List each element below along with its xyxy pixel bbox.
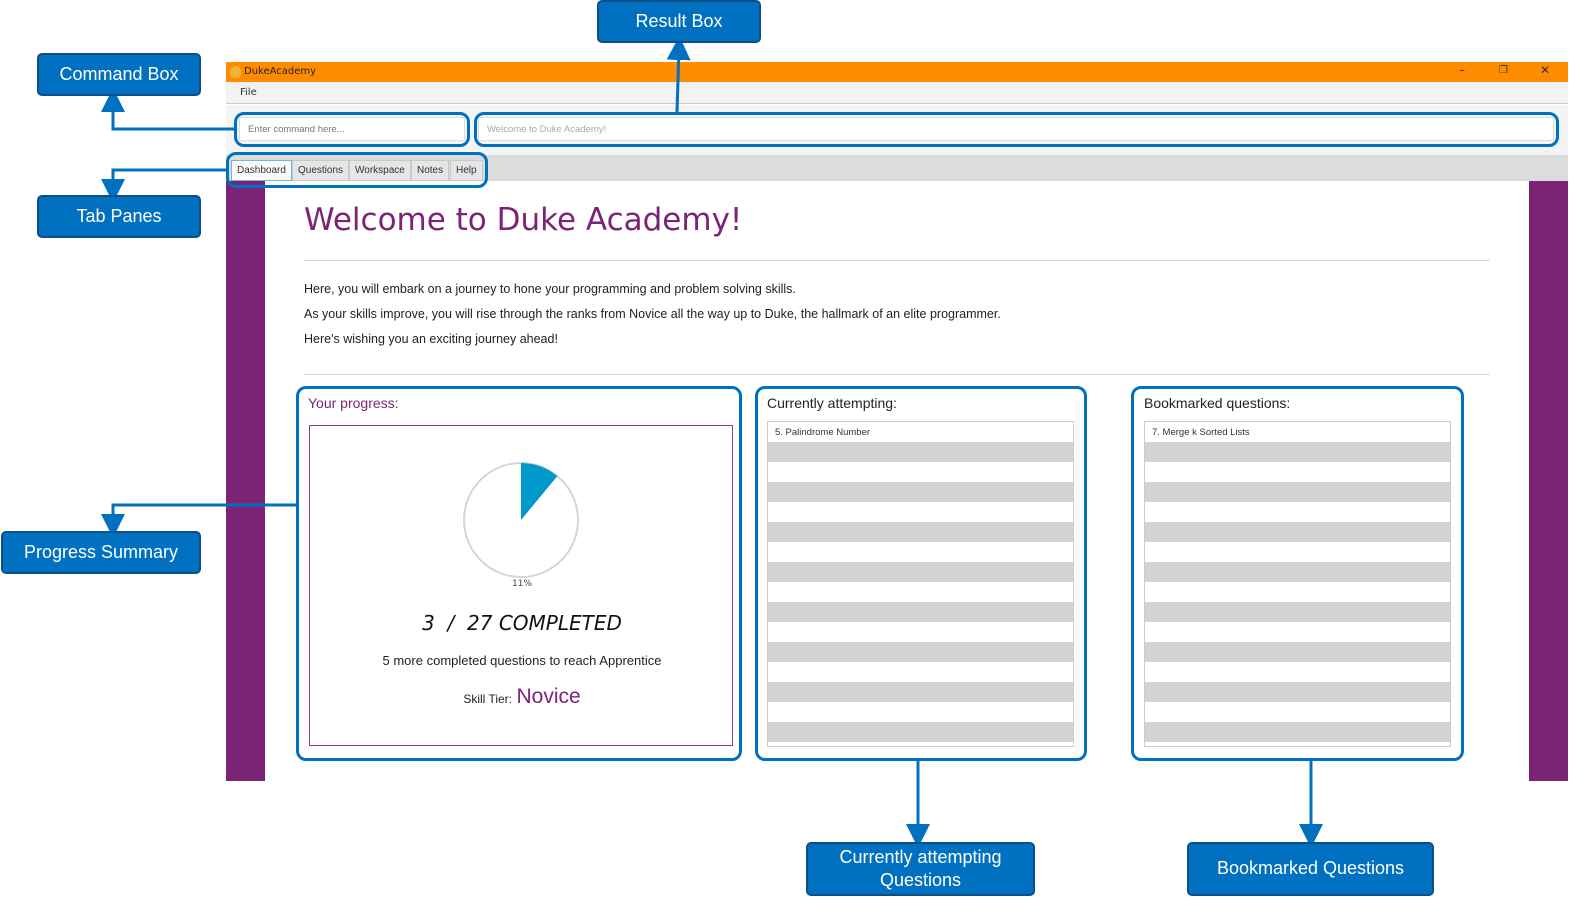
annotation-connectors — [101, 36, 1323, 848]
annotation-bookmarked: Bookmarked Questions — [1187, 842, 1434, 896]
annotation-tab-panes: Tab Panes — [37, 195, 201, 238]
annotation-command-box: Command Box — [37, 53, 201, 96]
annotation-attempting: Currently attempting Questions — [806, 842, 1035, 896]
annotation-progress-summary: Progress Summary — [1, 531, 201, 574]
connector-command — [101, 88, 234, 131]
connector-tabs — [101, 168, 226, 203]
annotation-result-box: Result Box — [597, 0, 761, 43]
connector-result — [666, 36, 691, 113]
connector-progress — [101, 503, 296, 538]
